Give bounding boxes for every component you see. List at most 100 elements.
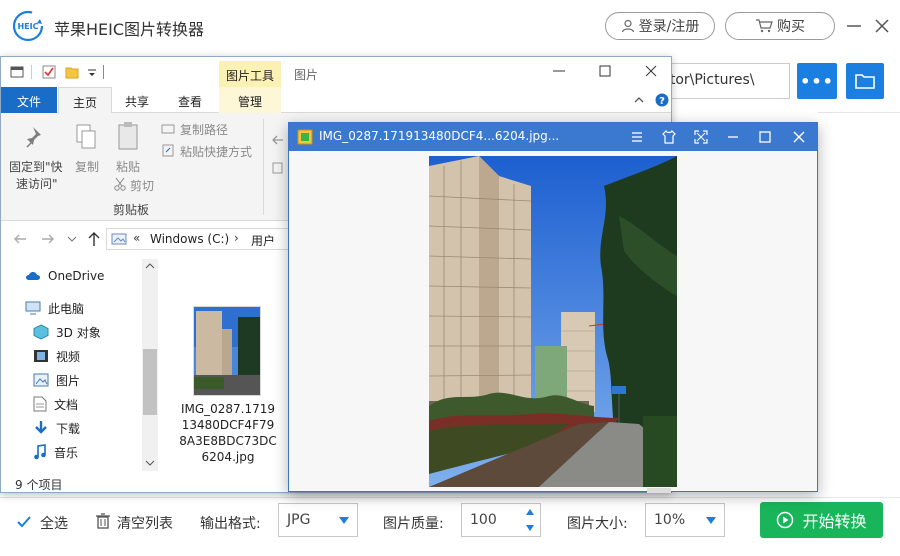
viewer-title: IMG_0287.171913480DCF4...6204.jpg... [319, 129, 560, 143]
nav-label: 3D 对象 [56, 325, 101, 340]
select-all-checkbox[interactable] [17, 515, 31, 529]
paste-label[interactable]: 粘贴 [116, 158, 140, 175]
tab-file[interactable]: 文件 [1, 87, 57, 113]
picture-icon [33, 373, 49, 387]
nav-item-3d-objects[interactable]: 3D 对象 [33, 322, 101, 342]
back-icon[interactable] [13, 233, 27, 245]
help-icon[interactable]: ? [655, 93, 669, 107]
quality-stepper[interactable]: 100 [461, 503, 541, 537]
minimize-icon[interactable] [551, 63, 567, 79]
copy-to-icon[interactable] [271, 161, 285, 175]
fullscreen-icon[interactable] [693, 129, 709, 145]
properties-icon[interactable] [42, 65, 56, 79]
caret-down-icon [339, 517, 349, 524]
forward-icon[interactable] [41, 233, 55, 245]
scroll-down-icon[interactable] [145, 459, 155, 467]
maximize-icon[interactable] [757, 129, 773, 145]
maximize-icon[interactable] [597, 63, 613, 79]
nav-item-documents[interactable]: 文档 [33, 394, 78, 414]
tab-view[interactable]: 查看 [165, 87, 215, 113]
nav-label: 此电脑 [48, 301, 85, 316]
explorer-titlebar [1, 57, 671, 87]
copy-path-icon[interactable] [161, 123, 175, 135]
tab-manage[interactable]: 管理 [219, 87, 281, 113]
login-register-button[interactable]: 登录/注册 [605, 12, 715, 40]
login-label: 登录/注册 [638, 19, 700, 35]
close-icon[interactable] [643, 63, 659, 79]
chevron-up-icon[interactable] [633, 94, 645, 106]
app-minimize-icon[interactable] [844, 16, 864, 36]
caret-down-icon [706, 517, 716, 524]
status-item-count: 9 个项目 [15, 478, 63, 492]
copy-path-label[interactable]: 复制路径 [180, 121, 228, 138]
cut-icon[interactable] [113, 177, 127, 191]
breadcrumb-drive[interactable]: Windows (C:) [150, 232, 229, 246]
stepper-up-icon[interactable] [526, 509, 534, 515]
start-label: 开始转换 [802, 512, 867, 531]
photo-viewer-window: IMG_0287.171913480DCF4...6204.jpg... [288, 122, 818, 492]
nav-item-this-pc[interactable]: 此电脑 [25, 298, 84, 318]
file-name-label[interactable]: IMG_0287.171913480DCF4F798A3E8BDC73DC620… [179, 401, 277, 465]
qa-divider [31, 65, 32, 79]
app-close-icon[interactable] [872, 16, 892, 36]
trash-icon[interactable] [96, 513, 110, 529]
tab-home[interactable]: 主页 [58, 87, 112, 113]
customize-qa-icon[interactable] [85, 65, 99, 79]
copy-label[interactable]: 复制 [75, 158, 99, 175]
output-format-select[interactable]: JPG [278, 503, 358, 537]
nav-item-videos[interactable]: 视频 [33, 346, 80, 366]
clear-list-button[interactable]: 清空列表 [117, 513, 173, 533]
tab-share[interactable]: 共享 [113, 87, 161, 113]
nav-item-pictures[interactable]: 图片 [33, 370, 80, 390]
breadcrumb-overflow[interactable]: « [133, 231, 140, 245]
shirt-skin-icon[interactable] [661, 129, 677, 145]
pin-icon[interactable] [25, 125, 47, 149]
cart-icon [756, 19, 773, 33]
explorer-title: 图片 [294, 68, 319, 82]
recent-dropdown-icon[interactable] [67, 235, 77, 243]
start-convert-button[interactable]: 开始转换 [760, 502, 883, 538]
heic-logo-icon: HEIC [12, 10, 44, 42]
nav-item-music[interactable]: 音乐 [33, 442, 78, 462]
scroll-up-icon[interactable] [145, 262, 155, 270]
paste-icon[interactable] [117, 121, 141, 151]
stepper-down-icon[interactable] [526, 525, 534, 531]
music-icon [34, 444, 46, 460]
document-icon [33, 396, 47, 412]
buy-button[interactable]: 购买 [725, 12, 835, 40]
cloud-icon [26, 272, 40, 280]
quality-value: 100 [470, 512, 497, 528]
move-to-icon[interactable] [271, 133, 285, 147]
displayed-photo[interactable] [429, 156, 677, 487]
play-circle-icon [777, 511, 794, 529]
picture-tools-header: 图片工具 [219, 61, 281, 87]
image-size-select[interactable]: 10% [645, 503, 725, 537]
nav-label: 图片 [56, 373, 81, 388]
open-folder-button[interactable] [846, 63, 884, 99]
image-size-label: 图片大小: [567, 516, 628, 532]
more-button[interactable]: ••• [797, 63, 837, 99]
viewer-app-icon [297, 129, 313, 145]
paste-shortcut-icon[interactable] [161, 143, 175, 157]
menu-icon[interactable] [629, 129, 645, 145]
select-all-label[interactable]: 全选 [40, 513, 68, 533]
pin-label-line1[interactable]: 固定到"快 [9, 158, 63, 175]
video-icon [34, 350, 48, 362]
format-value: JPG [287, 512, 311, 528]
file-thumbnail[interactable] [193, 306, 261, 396]
paste-shortcut-label[interactable]: 粘贴快捷方式 [180, 143, 252, 160]
nav-item-downloads[interactable]: 下载 [33, 418, 80, 438]
breadcrumb-users[interactable]: 用户 [251, 232, 275, 249]
new-folder-icon[interactable] [65, 65, 79, 79]
minimize-icon[interactable] [725, 129, 741, 145]
close-icon[interactable] [791, 129, 807, 145]
cube-icon [33, 324, 49, 340]
pin-label-line2[interactable]: 速访问" [16, 175, 58, 192]
cut-label[interactable]: 剪切 [130, 177, 154, 194]
computer-icon [25, 301, 41, 315]
copy-icon[interactable] [75, 123, 97, 151]
up-arrow-icon[interactable] [87, 231, 101, 247]
nav-scroll-thumb[interactable] [143, 349, 157, 415]
nav-item-onedrive[interactable]: OneDrive [25, 266, 104, 286]
explorer-resize-grip[interactable] [647, 488, 671, 493]
